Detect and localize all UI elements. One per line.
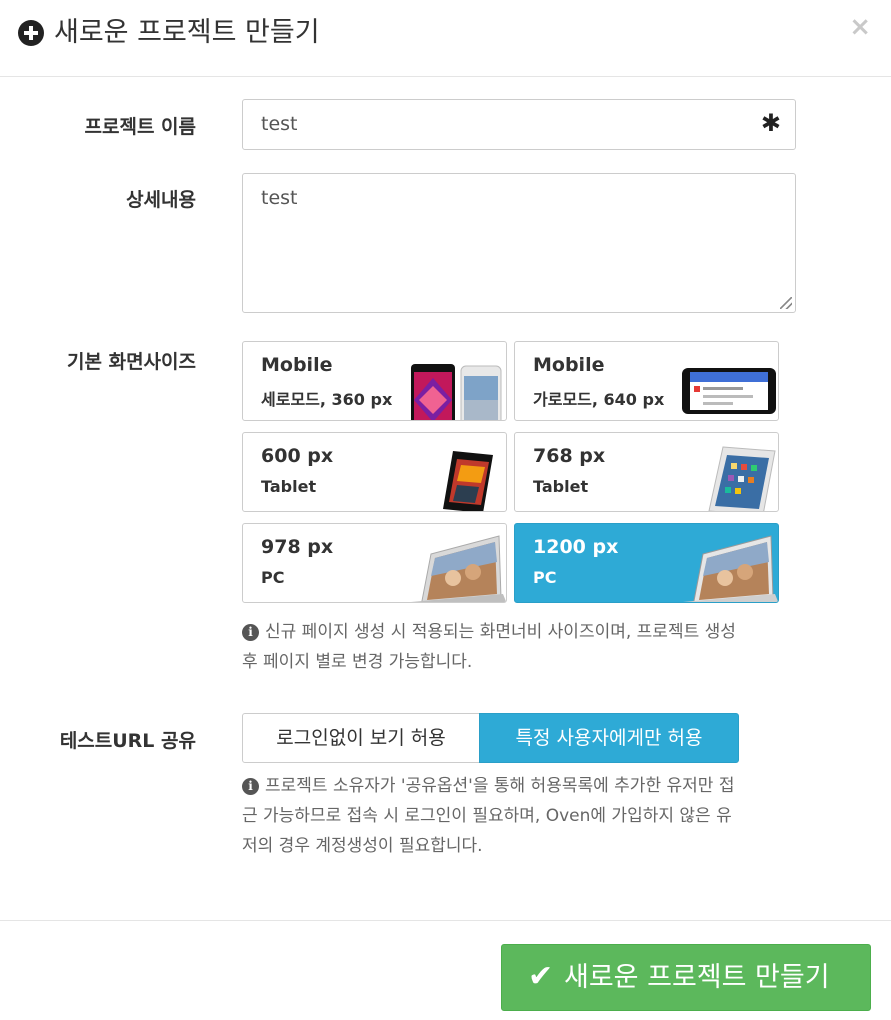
size-option-subtitle: 세로모드, 360 px (261, 390, 393, 409)
screen-size-help: i 신규 페이지 생성 시 적용되는 화면너비 사이즈이며, 프로젝트 생성 후 … (242, 617, 802, 677)
size-option-978-pc[interactable]: 978 px PC (242, 523, 507, 603)
share-option-public-button[interactable]: 로그인없이 보기 허용 (242, 713, 480, 763)
laptop-icon (683, 535, 778, 602)
size-option-title: 600 px (261, 445, 334, 467)
help-text: 근 가능하므로 접속 시 로그인이 필요하며, Oven에 가입하지 않은 유 (242, 806, 732, 826)
tablet-icon (708, 446, 776, 511)
size-option-subtitle: PC (533, 568, 557, 587)
size-option-768-tablet[interactable]: 768 px Tablet (514, 432, 779, 512)
help-text: 프로젝트 소유자가 '공유옵션'을 통해 허용목록에 추가한 유저만 접 (265, 776, 735, 796)
size-option-title: Mobile (533, 354, 605, 376)
laptop-icon (411, 535, 506, 602)
help-text: 후 페이지 별로 변경 가능합니다. (242, 652, 473, 672)
description-textarea[interactable]: test (242, 173, 796, 313)
project-name-input[interactable]: test ✱ (242, 99, 796, 150)
tablet-small-icon (443, 451, 493, 511)
size-option-1200-pc[interactable]: 1200 px PC (514, 523, 779, 603)
project-name-label: 프로젝트 이름 (84, 116, 197, 138)
project-name-value: test (261, 113, 298, 135)
help-text: 신규 페이지 생성 시 적용되는 화면너비 사이즈이며, 프로젝트 생성 (265, 622, 736, 642)
close-icon[interactable]: × (849, 12, 871, 42)
share-help: i 프로젝트 소유자가 '공유옵션'을 통해 허용목록에 추가한 유저만 접 근 … (242, 771, 802, 861)
help-text: 저의 경우 계정생성이 필요합니다. (242, 836, 483, 856)
size-option-mobile-landscape[interactable]: Mobile 가로모드, 640 px (514, 341, 779, 421)
share-option-restricted-button[interactable]: 특정 사용자에게만 허용 (479, 713, 739, 763)
description-label: 상세내용 (126, 189, 196, 211)
size-option-title: 978 px (261, 536, 334, 558)
info-icon: i (242, 778, 259, 795)
share-label: 테스트URL 공유 (59, 730, 196, 752)
size-option-mobile-portrait[interactable]: Mobile 세로모드, 360 px (242, 341, 507, 421)
size-option-title: 768 px (533, 445, 606, 467)
info-icon: i (242, 624, 259, 641)
size-option-subtitle: PC (261, 568, 285, 587)
screen-size-label: 기본 화면사이즈 (67, 351, 196, 373)
phone-landscape-icon (682, 368, 776, 414)
resize-handle-icon[interactable] (780, 297, 792, 309)
size-option-subtitle: Tablet (261, 477, 317, 496)
phone-portrait-icon (411, 364, 502, 420)
modal-title: 새로운 프로젝트 만들기 (54, 17, 320, 48)
size-option-title: Mobile (261, 354, 333, 376)
footer-divider (0, 920, 891, 921)
size-option-600-tablet[interactable]: 600 px Tablet (242, 432, 507, 512)
modal-header: 새로운 프로젝트 만들기 × (0, 0, 891, 77)
size-option-title: 1200 px (533, 536, 619, 558)
check-icon: ✔ (528, 959, 554, 994)
create-project-button-label: 새로운 프로젝트 만들기 (564, 962, 830, 993)
size-option-subtitle: 가로모드, 640 px (533, 390, 665, 409)
size-option-subtitle: Tablet (533, 477, 589, 496)
required-asterisk-icon: ✱ (760, 109, 781, 137)
create-project-button[interactable]: ✔ 새로운 프로젝트 만들기 (501, 944, 871, 1011)
description-value: test (261, 187, 298, 209)
plus-circle-icon (18, 20, 44, 46)
